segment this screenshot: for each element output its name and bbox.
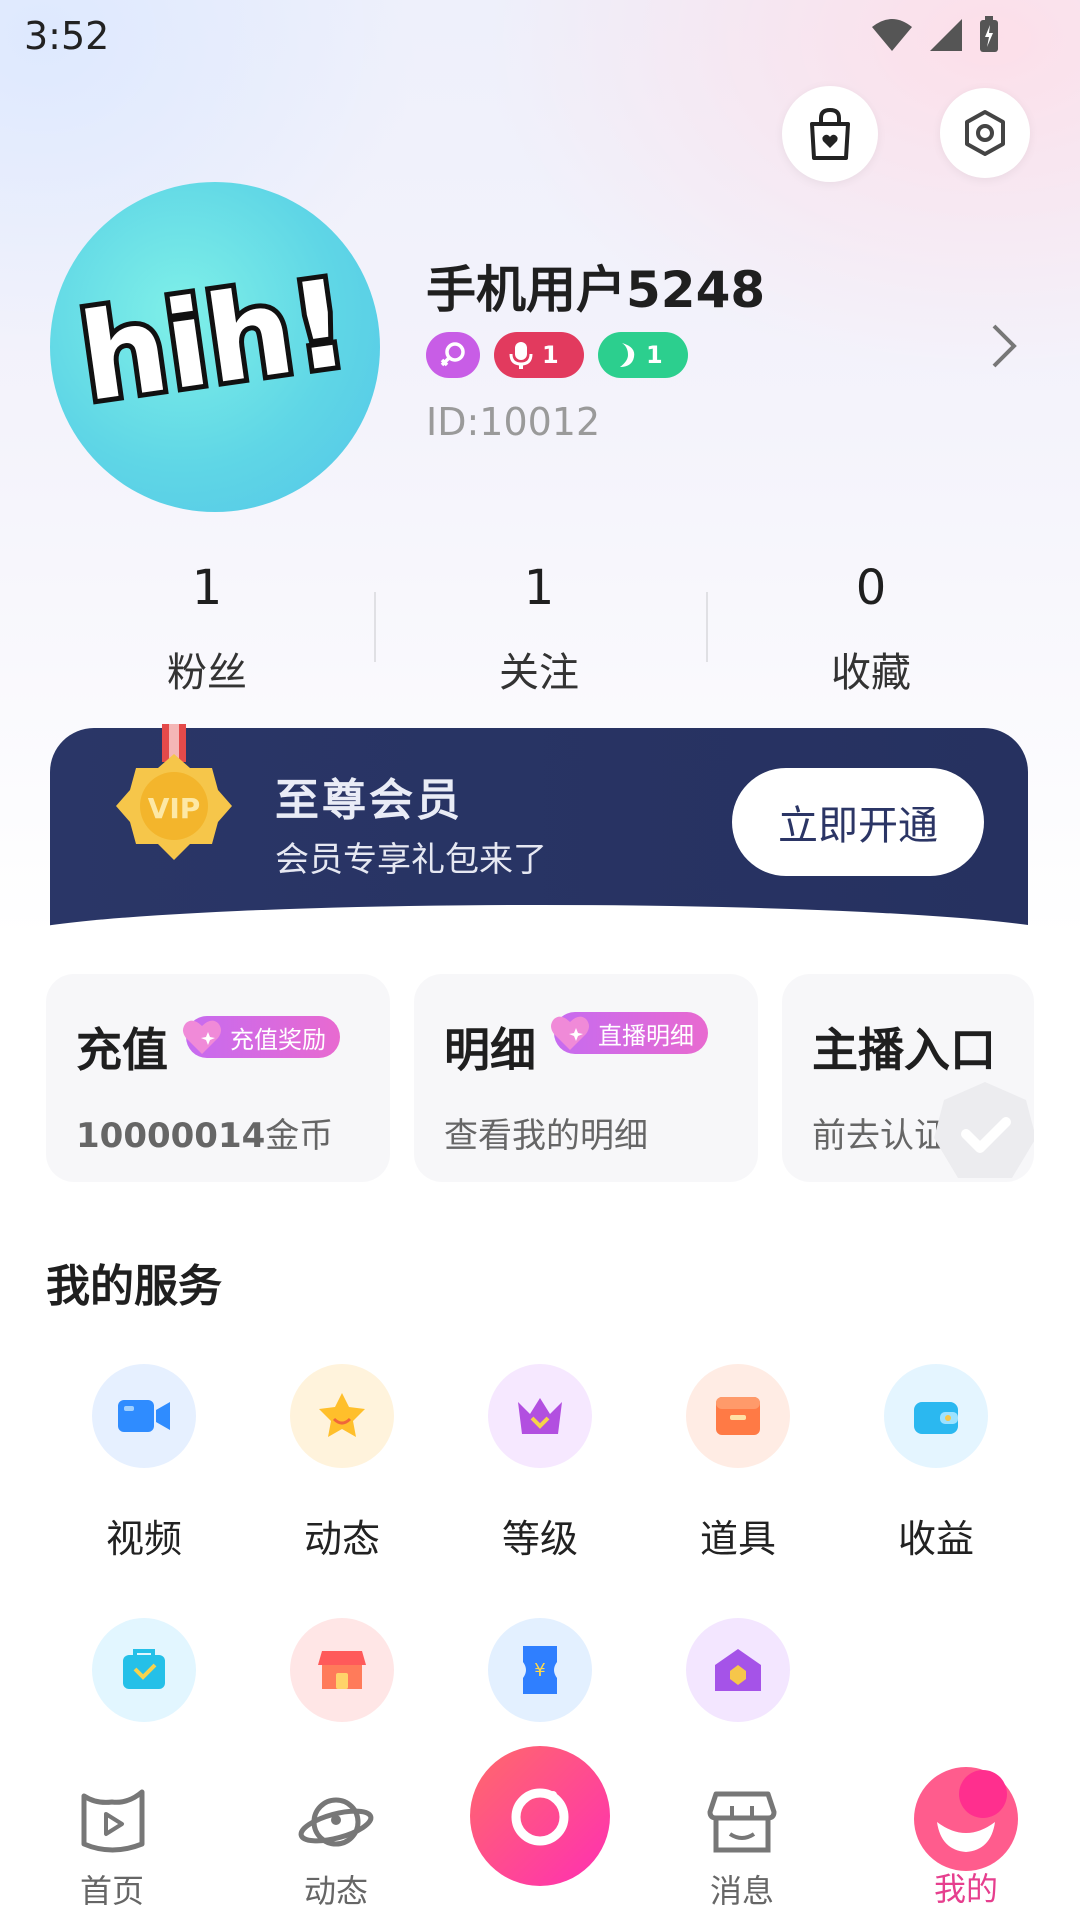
planet-icon bbox=[298, 1797, 374, 1847]
card-title: 充值 bbox=[76, 1023, 168, 1077]
service-label: 收益 bbox=[897, 1517, 974, 1561]
vip-subtitle: 会员专享礼包来了 bbox=[275, 840, 547, 880]
vip-banner[interactable]: VIP 至尊会员 会员专享礼包来了 立即开通 bbox=[50, 724, 1028, 928]
female-icon bbox=[440, 342, 465, 367]
home-icon bbox=[81, 1789, 145, 1853]
card-subtitle: 前去认证 bbox=[812, 1116, 948, 1156]
coin-unit: 金币 bbox=[265, 1116, 334, 1156]
card-title: 主播入口 bbox=[812, 1023, 996, 1077]
service-item[interactable] bbox=[638, 1618, 838, 1722]
coin-balance: 10000014 bbox=[76, 1116, 266, 1156]
nav-label: 动态 bbox=[303, 1872, 368, 1910]
nav-label: 消息 bbox=[709, 1872, 774, 1910]
recharge-card[interactable]: 充值 充值奖励 10000014金币 bbox=[46, 974, 390, 1182]
heart-icon bbox=[183, 1020, 221, 1054]
status-time: 3:52 bbox=[24, 14, 110, 58]
live-details-tag: 直播明细 bbox=[551, 1012, 708, 1054]
stat-label: 关注 bbox=[499, 650, 579, 696]
status-icons bbox=[870, 16, 1000, 54]
card-title: 明细 bbox=[444, 1023, 536, 1077]
verify-check-icon bbox=[934, 1082, 1034, 1178]
stat-label: 收藏 bbox=[831, 650, 911, 696]
service-video[interactable]: 视频 bbox=[44, 1364, 244, 1563]
shop-bag-button[interactable] bbox=[782, 86, 878, 182]
star-icon bbox=[290, 1364, 394, 1468]
settings-icon bbox=[965, 110, 1005, 156]
nav-home[interactable]: 首页 bbox=[42, 1786, 182, 1912]
nav-live-camera[interactable] bbox=[470, 1746, 610, 1886]
ticket-icon: ¥ bbox=[488, 1618, 592, 1722]
vip-medal-text: VIP bbox=[148, 792, 201, 825]
tag-label: 直播明细 bbox=[598, 1021, 694, 1050]
heart-icon bbox=[551, 1016, 589, 1050]
chevron-right-icon[interactable] bbox=[990, 322, 1018, 370]
wallet-icon bbox=[884, 1364, 988, 1468]
wealth-level-value: 1 bbox=[646, 341, 663, 369]
me-icon bbox=[914, 1767, 1018, 1871]
anchor-level-badge: 1 bbox=[494, 332, 584, 378]
status-bar: 3:52 bbox=[0, 0, 1080, 72]
stat-favorites[interactable]: 0 收藏 bbox=[706, 560, 1036, 698]
stat-value: 1 bbox=[191, 560, 223, 616]
badge-row: 1 1 bbox=[426, 332, 688, 378]
wealth-level-badge: 1 bbox=[598, 332, 688, 378]
card-subtitle: 10000014金币 bbox=[76, 1108, 333, 1157]
stat-following[interactable]: 1 关注 bbox=[374, 560, 704, 698]
vip-title: 至尊会员 bbox=[275, 775, 463, 826]
crown-icon bbox=[488, 1364, 592, 1468]
box-icon bbox=[686, 1364, 790, 1468]
nav-messages[interactable]: 消息 bbox=[672, 1786, 812, 1912]
store-icon bbox=[707, 1791, 777, 1853]
stat-label: 粉丝 bbox=[167, 650, 247, 696]
moon-icon bbox=[620, 343, 635, 367]
mic-icon bbox=[509, 342, 533, 369]
anchor-level-value: 1 bbox=[542, 341, 559, 369]
vip-open-button[interactable]: 立即开通 bbox=[732, 768, 984, 876]
service-moments[interactable]: 动态 bbox=[242, 1364, 442, 1563]
service-label: 等级 bbox=[501, 1517, 578, 1561]
service-item[interactable] bbox=[44, 1618, 244, 1722]
recharge-reward-tag: 充值奖励 bbox=[183, 1016, 340, 1058]
stat-fans[interactable]: 1 粉丝 bbox=[42, 560, 372, 698]
nav-moments[interactable]: 动态 bbox=[266, 1786, 406, 1912]
username[interactable]: 手机用户5248 bbox=[426, 250, 765, 322]
service-label: 视频 bbox=[105, 1517, 182, 1561]
stats-row: 1 粉丝 1 关注 0 收藏 bbox=[0, 560, 1080, 700]
service-label: 动态 bbox=[303, 1517, 380, 1561]
shopping-bag-icon bbox=[810, 107, 850, 160]
bag-icon bbox=[92, 1618, 196, 1722]
video-icon bbox=[92, 1364, 196, 1468]
stat-value: 0 bbox=[855, 560, 887, 616]
svg-text:¥: ¥ bbox=[534, 1660, 545, 1681]
details-card[interactable]: 明细 直播明细 查看我的明细 bbox=[414, 974, 758, 1182]
stat-value: 1 bbox=[523, 560, 555, 616]
house-icon bbox=[686, 1618, 790, 1722]
settings-button[interactable] bbox=[940, 88, 1030, 178]
avatar-logo: hih! bbox=[75, 249, 355, 434]
vip-wave bbox=[0, 905, 1080, 985]
wifi-icon bbox=[872, 19, 912, 51]
services-title: 我的服务 bbox=[46, 1261, 222, 1312]
service-label: 道具 bbox=[699, 1517, 776, 1561]
avatar[interactable]: hih! bbox=[50, 182, 380, 512]
svg-text:hih!: hih! bbox=[75, 254, 355, 429]
shop-icon bbox=[290, 1618, 394, 1722]
service-props[interactable]: 道具 bbox=[638, 1364, 838, 1563]
tag-label: 充值奖励 bbox=[230, 1025, 326, 1054]
service-earnings[interactable]: 收益 bbox=[836, 1364, 1036, 1563]
anchor-entry-card[interactable]: 主播入口 前去认证 bbox=[782, 974, 1034, 1182]
battery-icon bbox=[980, 16, 998, 52]
service-item[interactable]: ¥ bbox=[440, 1618, 640, 1722]
gender-badge bbox=[426, 332, 480, 378]
service-item[interactable] bbox=[242, 1618, 442, 1722]
camera-icon bbox=[511, 1788, 569, 1846]
bottom-nav: 首页 动态 消息 我的 bbox=[0, 1746, 1080, 1920]
card-subtitle: 查看我的明细 bbox=[444, 1116, 648, 1156]
signal-icon bbox=[930, 19, 962, 51]
user-id: ID:10012 bbox=[426, 400, 601, 444]
service-level[interactable]: 等级 bbox=[440, 1364, 640, 1563]
nav-me[interactable]: 我的 bbox=[896, 1767, 1036, 1910]
vip-medal-icon: VIP bbox=[116, 724, 232, 860]
nav-label: 首页 bbox=[79, 1872, 144, 1910]
